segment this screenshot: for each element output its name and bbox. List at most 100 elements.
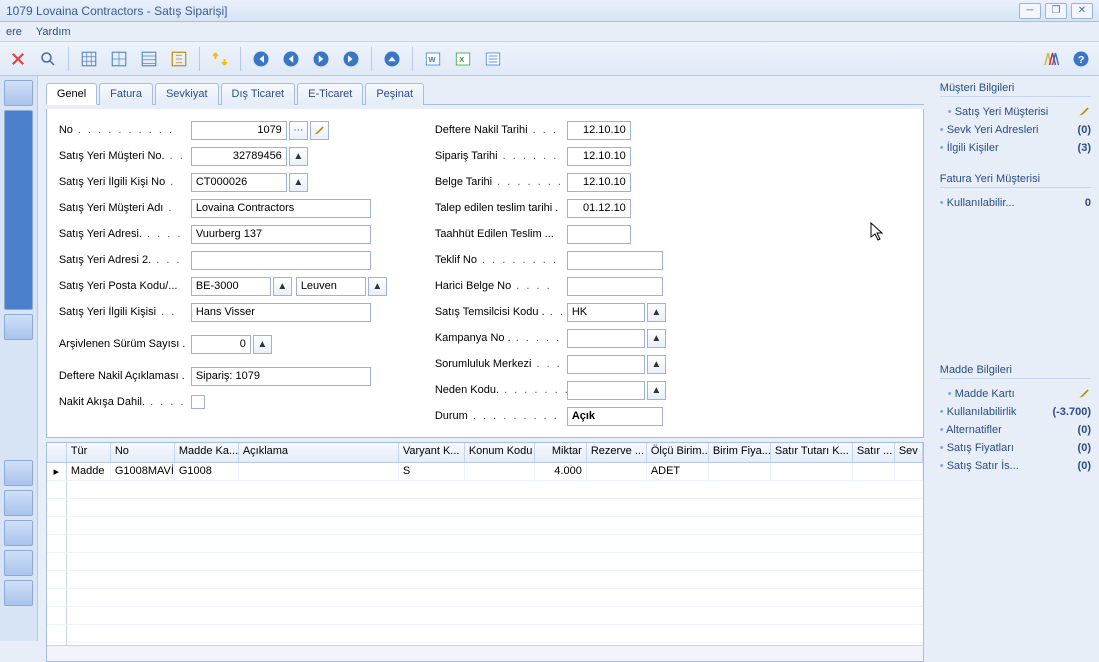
input-posting-date[interactable]: [567, 121, 631, 140]
grid-icon-4[interactable]: [167, 47, 191, 71]
input-quote[interactable]: [567, 251, 663, 270]
search-icon[interactable]: [36, 47, 60, 71]
col-price[interactable]: Birim Fiya...: [709, 443, 771, 462]
col-loc[interactable]: Konum Kodu: [465, 443, 535, 462]
label-cust-no: Satış Yeri Müşteri No. . .: [59, 150, 191, 162]
col-uom[interactable]: Ölçü Birim...: [647, 443, 709, 462]
lookup-city-icon[interactable]: ▲: [368, 277, 387, 296]
lookup-postal-icon[interactable]: ▲: [273, 277, 292, 296]
grid-icon-1[interactable]: [77, 47, 101, 71]
sp-link-availability[interactable]: Kullanılabilirlik: [940, 406, 1017, 418]
tab-genel[interactable]: Genel: [46, 83, 97, 105]
col-desc[interactable]: Açıklama: [239, 443, 399, 462]
dynamics-logo-icon[interactable]: [1039, 47, 1063, 71]
input-postal[interactable]: [191, 277, 271, 296]
sp-link-sales-prices[interactable]: Satış Fiyatları: [940, 442, 1014, 454]
input-cust-no[interactable]: [191, 147, 287, 166]
nav-last-icon[interactable]: [339, 47, 363, 71]
input-city[interactable]: [296, 277, 366, 296]
col-cat[interactable]: Madde Ka...: [175, 443, 239, 462]
input-postdesc[interactable]: [191, 367, 371, 386]
input-status[interactable]: [567, 407, 663, 426]
tab-pesinat[interactable]: Peşinat: [365, 83, 424, 105]
lookup-contact-no-icon[interactable]: ▲: [289, 173, 308, 192]
refresh-icon[interactable]: [208, 47, 232, 71]
sp-title-customer: Müşteri Bilgileri: [940, 82, 1091, 97]
tab-sevkiyat[interactable]: Sevkiyat: [155, 83, 219, 105]
col-ln[interactable]: Satır ...: [853, 443, 895, 462]
sp-link-available[interactable]: Kullanılabilir...: [940, 197, 1015, 209]
lookup-campaign-icon[interactable]: ▲: [647, 329, 666, 348]
lookup-no-icon[interactable]: ⋯: [289, 121, 308, 140]
col-amt[interactable]: Satır Tutarı K...: [771, 443, 853, 462]
gutter-block[interactable]: [4, 80, 33, 106]
input-campaign[interactable]: [567, 329, 645, 348]
menu-help[interactable]: Yardım: [36, 26, 71, 38]
tab-dis-ticaret[interactable]: Dış Ticaret: [221, 83, 296, 105]
sp-link-ship-addr[interactable]: Sevk Yeri Adresleri: [940, 124, 1039, 136]
close-doc-icon[interactable]: [6, 47, 30, 71]
export-excel-icon[interactable]: X: [451, 47, 475, 71]
svg-text:X: X: [459, 55, 464, 64]
grid-icon-3[interactable]: [137, 47, 161, 71]
checkbox-cashflow[interactable]: [191, 395, 205, 409]
grid-icon-2[interactable]: [107, 47, 131, 71]
nav-next-icon[interactable]: [309, 47, 333, 71]
minimize-button[interactable]: ─: [1019, 3, 1041, 19]
input-resp[interactable]: [567, 355, 645, 374]
edit-customer-icon[interactable]: [1077, 104, 1091, 121]
sp-count-alternatives: (0): [1078, 424, 1091, 436]
tab-e-ticaret[interactable]: E-Ticaret: [297, 83, 363, 105]
sp-link-contacts[interactable]: İlgili Kişiler: [940, 142, 999, 154]
label-addr2: Satış Yeri Adresi 2. . . .: [59, 254, 191, 266]
edit-no-icon[interactable]: [310, 121, 329, 140]
left-gutter: [0, 76, 38, 641]
edit-item-icon[interactable]: [1077, 386, 1091, 403]
input-reason[interactable]: [567, 381, 645, 400]
lookup-reason-icon[interactable]: ▲: [647, 381, 666, 400]
input-addr2[interactable]: [191, 251, 371, 270]
input-ext-doc[interactable]: [567, 277, 663, 296]
input-contact-no[interactable]: [191, 173, 287, 192]
label-prom-deliv: Taahhüt Edilen Teslim ...: [435, 228, 567, 240]
input-order-date[interactable]: [567, 147, 631, 166]
lookup-arch-icon[interactable]: ▲: [253, 335, 272, 354]
input-arch[interactable]: [191, 335, 251, 354]
maximize-button[interactable]: ❐: [1045, 3, 1067, 19]
nav-up-icon[interactable]: [380, 47, 404, 71]
col-type[interactable]: Tür: [67, 443, 111, 462]
export-word-icon[interactable]: W: [421, 47, 445, 71]
nav-prev-icon[interactable]: [279, 47, 303, 71]
col-sev[interactable]: Sev: [895, 443, 923, 462]
sp-link-alternatives[interactable]: Alternatifler: [940, 424, 1002, 436]
tab-fatura[interactable]: Fatura: [99, 83, 153, 105]
col-variant[interactable]: Varyant K...: [399, 443, 465, 462]
input-no[interactable]: [191, 121, 287, 140]
help-icon[interactable]: ?: [1069, 47, 1093, 71]
col-qty[interactable]: Miktar: [535, 443, 587, 462]
table-row[interactable]: ▸ Madde G1008MAVİ G1008 S 4.000 ADET: [47, 463, 923, 481]
col-res[interactable]: Rezerve ...: [587, 443, 647, 462]
input-salesp[interactable]: [567, 303, 645, 322]
input-contact[interactable]: [191, 303, 371, 322]
lookup-salesp-icon[interactable]: ▲: [647, 303, 666, 322]
grid-body[interactable]: ▸ Madde G1008MAVİ G1008 S 4.000 ADET: [47, 463, 923, 645]
grid-horizontal-scrollbar[interactable]: [47, 645, 923, 661]
input-doc-date[interactable]: [567, 173, 631, 192]
lookup-resp-icon[interactable]: ▲: [647, 355, 666, 374]
nav-first-icon[interactable]: [249, 47, 273, 71]
input-addr[interactable]: [191, 225, 371, 244]
sp-title-bill-customer: Fatura Yeri Müşterisi: [940, 173, 1091, 188]
input-req-deliv[interactable]: [567, 199, 631, 218]
col-no[interactable]: No: [111, 443, 175, 462]
sp-link-item-card[interactable]: Madde Kartı: [948, 388, 1015, 400]
input-cust-name[interactable]: [191, 199, 371, 218]
lookup-cust-no-icon[interactable]: ▲: [289, 147, 308, 166]
input-prom-deliv[interactable]: [567, 225, 631, 244]
sp-link-sell-customer[interactable]: Satış Yeri Müşterisi: [948, 106, 1048, 118]
close-button[interactable]: ✕: [1071, 3, 1093, 19]
export-sheet-icon[interactable]: [481, 47, 505, 71]
menu-ere[interactable]: ere: [6, 26, 22, 38]
sp-link-sales-line-disc[interactable]: Satış Satır İs...: [940, 460, 1019, 472]
lines-grid: Tür No Madde Ka... Açıklama Varyant K...…: [46, 442, 924, 662]
